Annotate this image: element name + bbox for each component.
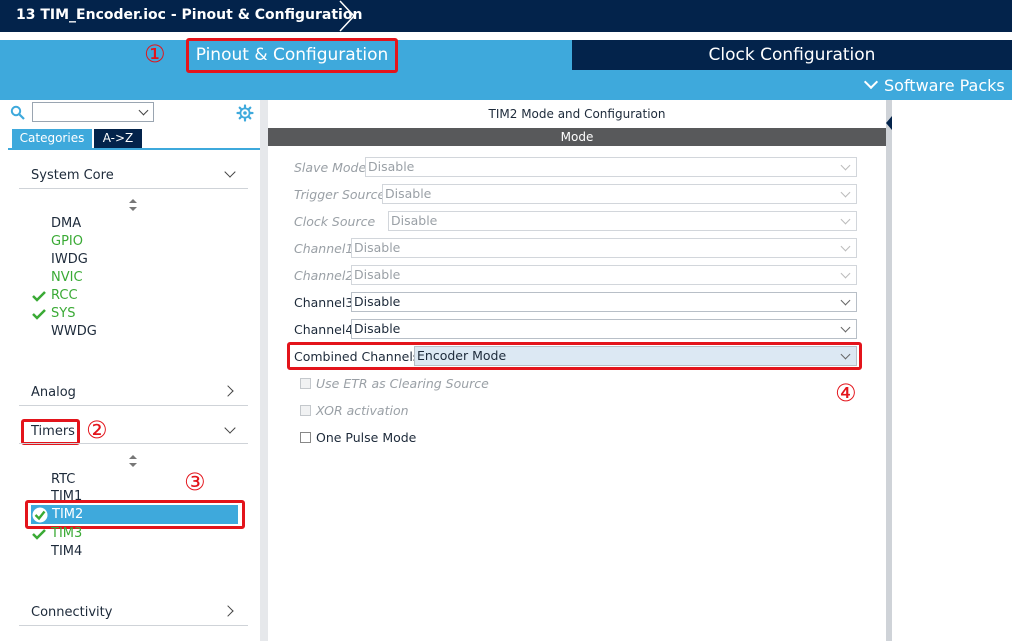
callout-number-4: ④ — [835, 379, 857, 407]
chevron-down-icon — [840, 241, 851, 252]
clock-source-value: Disable — [391, 213, 438, 228]
channel2-select: Disable — [351, 265, 857, 285]
tree-item-dma[interactable]: DMA — [51, 216, 81, 231]
channel3-label: Channel3 — [294, 295, 354, 310]
use-etr-checkbox — [300, 378, 311, 389]
channel1-value: Disable — [354, 240, 401, 255]
channel4-select[interactable]: Disable — [351, 319, 857, 339]
chevron-down-icon — [840, 187, 851, 198]
tree-item-rtc[interactable]: RTC — [51, 472, 75, 487]
tree-item-wwdg[interactable]: WWDG — [51, 324, 97, 339]
section-divider — [19, 188, 248, 189]
chevron-down-icon — [840, 214, 851, 225]
trigger-source-value: Disable — [385, 186, 432, 201]
tree-item-tim3[interactable]: TIM3 — [51, 526, 82, 541]
chevron-down-icon — [840, 295, 851, 306]
section-divider — [19, 625, 248, 626]
panel-splitter[interactable] — [260, 100, 268, 641]
chevron-down-icon — [840, 160, 851, 171]
channel3-select[interactable]: Disable — [351, 292, 857, 312]
callout-number-1: ① — [144, 40, 166, 68]
tree-item-gpio[interactable]: GPIO — [51, 234, 83, 249]
one-pulse-mode-label[interactable]: One Pulse Mode — [316, 430, 416, 445]
channel2-label: Channel2 — [294, 268, 354, 283]
xor-activation-label: XOR activation — [316, 403, 409, 418]
trigger-source-label: Trigger Source — [294, 187, 386, 202]
tabs-underline — [8, 148, 260, 150]
clock-source-select: Disable — [388, 211, 857, 231]
slave-mode-label: Slave Mode — [294, 160, 367, 175]
panel-splitter-right[interactable] — [886, 100, 892, 641]
tree-item-sys[interactable]: SYS — [51, 306, 75, 321]
callout-box-3 — [25, 500, 245, 529]
callout-box-1 — [186, 38, 398, 73]
chevron-down-icon — [138, 105, 149, 116]
slave-mode-value: Disable — [368, 159, 415, 174]
section-divider — [19, 443, 248, 444]
mode-config-title: TIM2 Mode and Configuration — [488, 107, 666, 121]
trigger-source-select: Disable — [382, 184, 857, 204]
chevron-down-icon — [840, 322, 851, 333]
clock-source-label: Clock Source — [294, 214, 376, 229]
checkmark-icon — [32, 529, 46, 540]
use-etr-label: Use ETR as Clearing Source — [316, 376, 489, 391]
callout-box-2 — [21, 419, 80, 445]
section-analog[interactable]: Analog — [31, 385, 76, 400]
checkmark-icon — [32, 309, 46, 320]
software-packs-menu[interactable]: Software Packs — [863, 74, 1005, 95]
collapse-arrow-icon[interactable] — [886, 116, 892, 130]
callout-number-3: ③ — [184, 468, 206, 496]
window-title: 13 TIM_Encoder.ioc - Pinout & Configurat… — [16, 7, 363, 23]
search-combo-box[interactable] — [32, 102, 154, 122]
callout-number-2: ② — [86, 416, 108, 444]
tree-item-rcc[interactable]: RCC — [51, 288, 78, 303]
channel4-value: Disable — [354, 321, 401, 336]
callout-box-4 — [287, 342, 862, 370]
software-packs-label: Software Packs — [884, 76, 1005, 95]
channel3-value: Disable — [354, 294, 401, 309]
slave-mode-select: Disable — [365, 157, 857, 177]
channel4-label: Channel4 — [294, 322, 354, 337]
section-system-core[interactable]: System Core — [31, 168, 114, 183]
sort-icon[interactable] — [128, 199, 138, 211]
tab-clock-configuration[interactable]: Clock Configuration — [572, 40, 1012, 70]
tab-a-to-z[interactable]: A->Z — [94, 129, 142, 148]
gear-icon[interactable] — [236, 104, 254, 122]
tree-item-iwdg[interactable]: IWDG — [51, 252, 88, 267]
breadcrumb-chevron-icon — [339, 0, 356, 32]
tree-item-tim4[interactable]: TIM4 — [51, 544, 82, 559]
channel2-value: Disable — [354, 267, 401, 282]
chevron-down-icon — [840, 268, 851, 279]
one-pulse-mode-checkbox[interactable] — [300, 432, 311, 443]
mode-section-header[interactable]: Mode — [268, 128, 886, 146]
sort-icon[interactable] — [128, 455, 138, 467]
channel1-select: Disable — [351, 238, 857, 258]
xor-activation-checkbox — [300, 405, 311, 416]
section-connectivity[interactable]: Connectivity — [31, 605, 112, 620]
search-icon[interactable] — [10, 105, 26, 121]
chevron-down-icon — [863, 74, 879, 90]
checkmark-icon — [32, 291, 46, 302]
tab-categories[interactable]: Categories — [12, 129, 92, 148]
section-divider — [19, 405, 248, 406]
channel1-label: Channel1 — [294, 241, 354, 256]
tree-item-nvic[interactable]: NVIC — [51, 270, 83, 285]
